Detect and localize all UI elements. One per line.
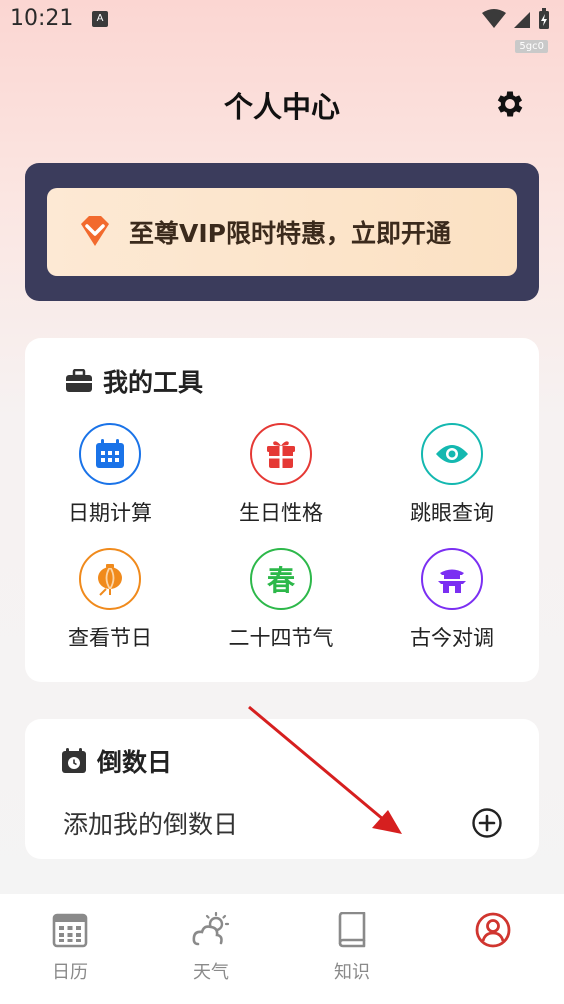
tool-icon-wrap bbox=[421, 548, 483, 610]
tool-label: 日期计算 bbox=[68, 501, 152, 525]
tab-calendar[interactable]: 日历 bbox=[20, 912, 120, 984]
tools-card: 我的工具 日期计算 生日性格 跳眼查询 查看节日 春 二十四节气 古今对调 bbox=[25, 338, 539, 682]
tool-label: 查看节日 bbox=[68, 626, 152, 650]
tool-icon-wrap bbox=[79, 423, 141, 485]
tool-birthday[interactable]: 生日性格 bbox=[211, 423, 351, 527]
page-title: 个人中心 bbox=[223, 90, 340, 124]
calendar-icon bbox=[96, 439, 124, 468]
plus-circle-icon[interactable] bbox=[471, 807, 503, 839]
calendar-clock-icon bbox=[62, 748, 86, 773]
gear-icon bbox=[497, 91, 523, 117]
tab-label: 天气 bbox=[193, 962, 229, 983]
tab-label: 知识 bbox=[334, 962, 370, 983]
status-bar: 10:21 A 5gc0 bbox=[0, 0, 564, 53]
tool-label: 跳眼查询 bbox=[410, 501, 494, 525]
toolbox-icon bbox=[66, 369, 92, 392]
eye-icon bbox=[436, 445, 468, 463]
tool-icon-wrap: 春 bbox=[250, 548, 312, 610]
lantern-icon bbox=[98, 564, 122, 596]
bottom-tab-bar: 日历 天气 知识 bbox=[0, 894, 564, 1004]
tools-title: 我的工具 bbox=[103, 368, 204, 397]
tab-weather[interactable]: 天气 bbox=[161, 911, 261, 984]
settings-button[interactable] bbox=[492, 86, 528, 122]
tool-label: 二十四节气 bbox=[228, 626, 334, 650]
spring-char-icon: 春 bbox=[266, 564, 295, 597]
tool-date-calc[interactable]: 日期计算 bbox=[40, 423, 180, 527]
status-icons bbox=[482, 8, 550, 30]
battery-icon bbox=[539, 8, 549, 29]
add-countdown-label: 添加我的倒数日 bbox=[63, 810, 239, 839]
tool-icon-wrap bbox=[250, 423, 312, 485]
tool-ancient-modern[interactable]: 古今对调 bbox=[382, 548, 522, 652]
tool-label: 生日性格 bbox=[239, 501, 323, 525]
vip-text: 至尊VIP限时特惠，立即开通 bbox=[129, 219, 451, 248]
calendar-grid-icon bbox=[52, 913, 88, 948]
tab-profile[interactable] bbox=[443, 912, 543, 958]
tool-icon-wrap bbox=[79, 548, 141, 610]
tool-solar-terms[interactable]: 春 二十四节气 bbox=[211, 548, 351, 652]
wifi-icon bbox=[482, 9, 506, 28]
weather-icon bbox=[192, 911, 230, 946]
user-profile-icon bbox=[475, 912, 511, 948]
countdown-card: 倒数日 添加我的倒数日 bbox=[25, 719, 539, 859]
tool-eye-jump[interactable]: 跳眼查询 bbox=[382, 423, 522, 527]
vip-banner-button[interactable]: 至尊VIP限时特惠，立即开通 bbox=[47, 188, 517, 276]
tab-knowledge[interactable]: 知识 bbox=[302, 911, 402, 984]
add-countdown-row[interactable]: 添加我的倒数日 bbox=[63, 803, 503, 843]
vip-card: 至尊VIP限时特惠，立即开通 bbox=[25, 163, 539, 301]
tools-header: 我的工具 bbox=[65, 363, 203, 399]
book-icon bbox=[338, 911, 366, 948]
pavilion-icon bbox=[438, 569, 466, 593]
vip-diamond-icon bbox=[81, 216, 109, 246]
status-time: 10:21 bbox=[10, 6, 74, 31]
notification-icon: A bbox=[92, 11, 108, 27]
signal-icon bbox=[514, 12, 530, 28]
tool-icon-wrap bbox=[421, 423, 483, 485]
tool-festivals[interactable]: 查看节日 bbox=[40, 548, 180, 652]
countdown-header: 倒数日 bbox=[61, 743, 172, 779]
countdown-title: 倒数日 bbox=[97, 748, 173, 777]
status-tag: 5gc0 bbox=[515, 40, 548, 53]
tab-label: 日历 bbox=[52, 962, 88, 983]
tool-label: 古今对调 bbox=[410, 626, 494, 650]
gift-icon bbox=[267, 441, 295, 468]
